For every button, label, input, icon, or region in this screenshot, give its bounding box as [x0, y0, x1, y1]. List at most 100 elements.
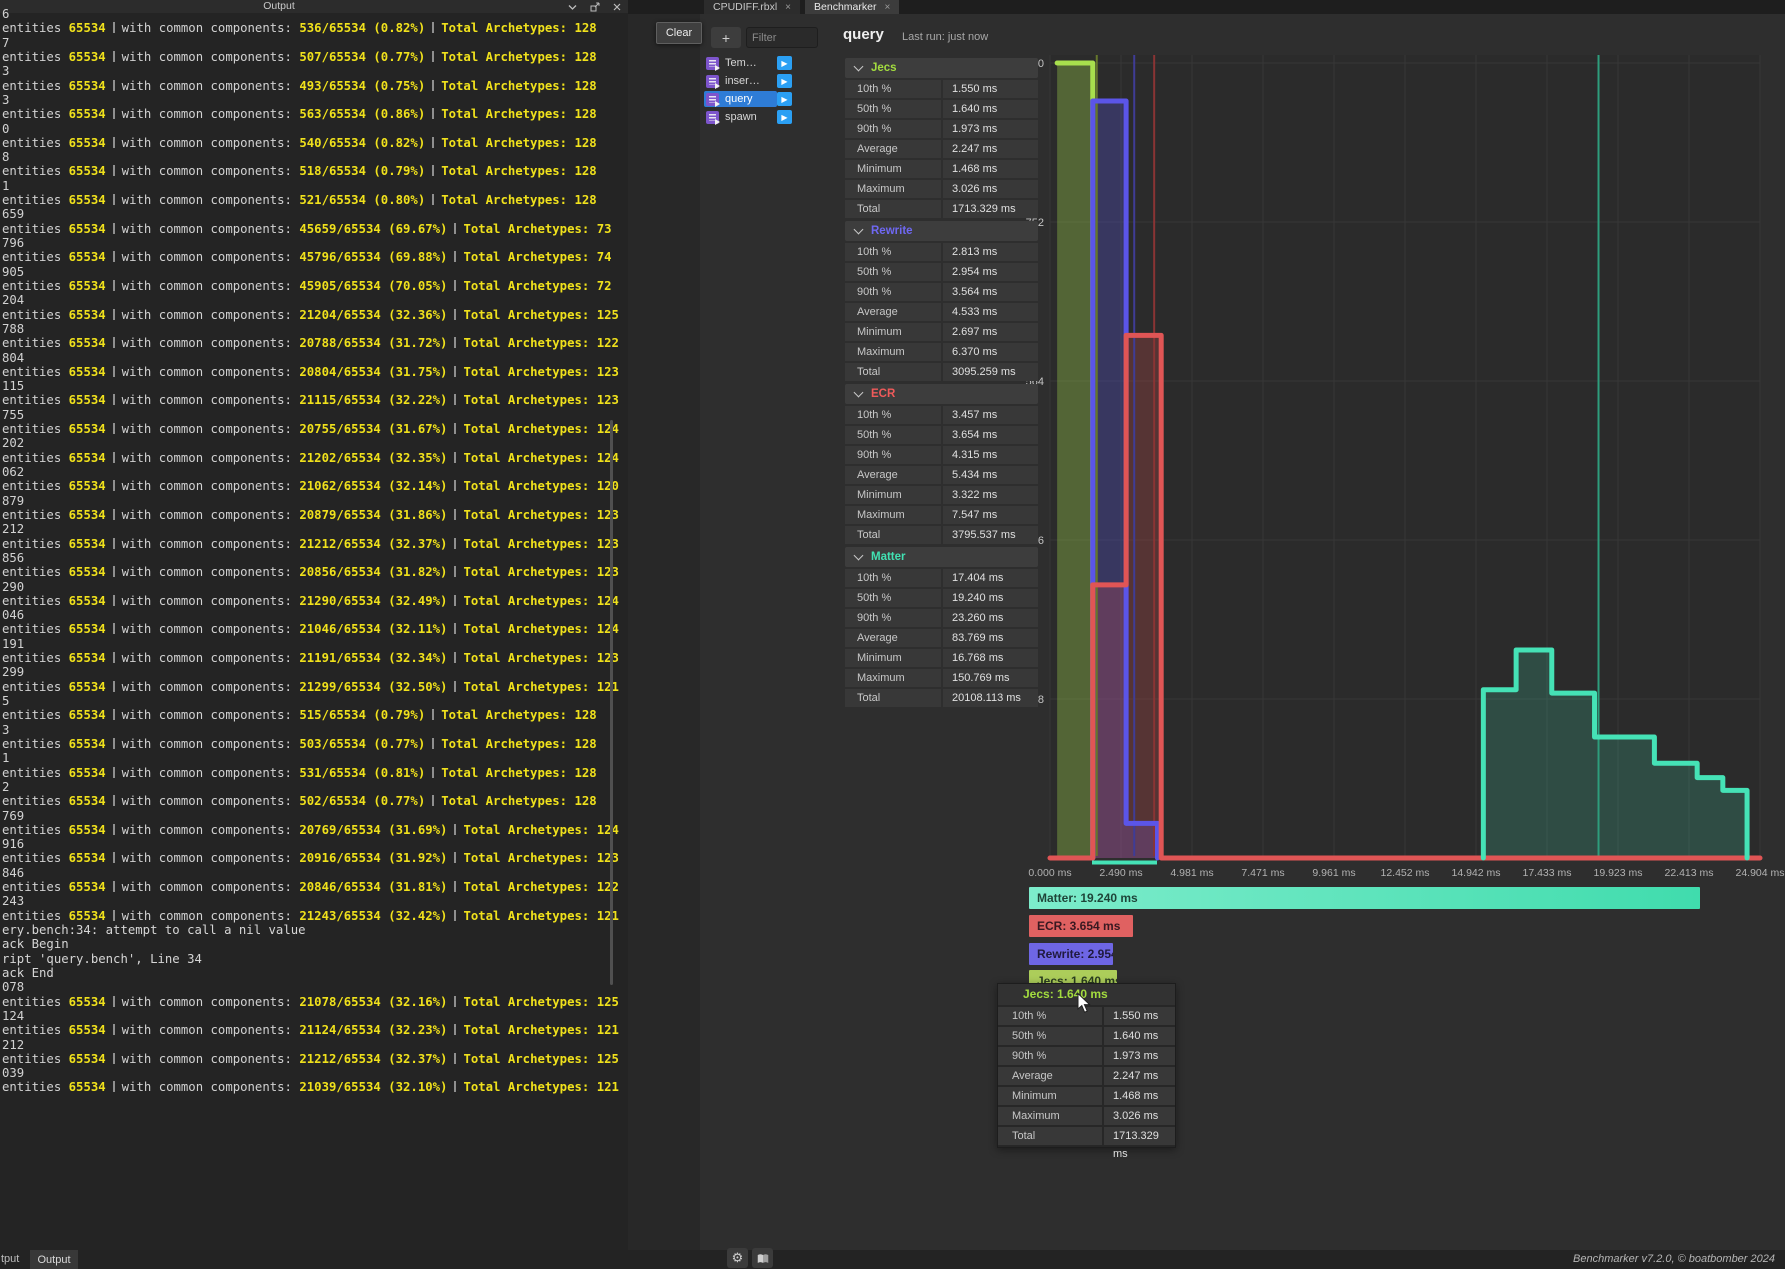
- stats-section-header-jecs[interactable]: Jecs: [845, 58, 1038, 78]
- stats-row: Maximum3.026 ms: [845, 180, 1038, 198]
- script-icon: [706, 111, 719, 124]
- console-wrap-fragment: 846: [2, 866, 626, 880]
- console-wrap-fragment: 769: [2, 809, 626, 823]
- stats-row: Minimum2.697 ms: [845, 323, 1038, 341]
- console-wrap-fragment: 5: [2, 694, 626, 708]
- stat-value: 3.654 ms: [943, 426, 1038, 444]
- add-benchmark-button[interactable]: +: [711, 27, 741, 48]
- console-wrap-fragment: 212: [2, 1038, 626, 1052]
- stat-label: 50th %: [845, 100, 941, 118]
- stat-label: 50th %: [845, 589, 941, 607]
- stats-row: 10th %2.813 ms: [845, 243, 1038, 261]
- legend-bar-matter[interactable]: Matter: 19.240 ms: [1029, 887, 1700, 909]
- stats-section-header-rewrite[interactable]: Rewrite: [845, 221, 1038, 241]
- stat-value: 20108.113 ms: [943, 689, 1038, 707]
- console-log-line: entities 65534with common components: 51…: [2, 708, 626, 722]
- stat-value: 19.240 ms: [943, 589, 1038, 607]
- chevron-down-icon: [854, 62, 864, 72]
- run-benchmark-button[interactable]: ▶: [777, 56, 792, 70]
- stats-row: Total3795.537 ms: [845, 526, 1038, 544]
- panel-gap: [628, 14, 700, 1250]
- stat-value: 2.954 ms: [943, 263, 1038, 281]
- script-icon: [706, 57, 719, 70]
- console-log-line: entities 65534with common components: 50…: [2, 794, 626, 808]
- bottom-bar: tput Output Benchmarker v7.2.0, © boatbo…: [0, 1250, 1785, 1269]
- legend-bar-ecr[interactable]: ECR: 3.654 ms: [1029, 915, 1133, 937]
- stats-row: Maximum6.370 ms: [845, 343, 1038, 361]
- console-log-line: entities 65534with common components: 20…: [2, 336, 626, 350]
- tab-close-icon[interactable]: ×: [884, 2, 890, 13]
- sidebar-item-spawn[interactable]: spawn: [704, 109, 777, 125]
- sidebar-item-query[interactable]: query: [704, 91, 777, 107]
- run-benchmark-button[interactable]: ▶: [777, 110, 792, 124]
- stats-section-header-matter[interactable]: Matter: [845, 547, 1038, 567]
- stats-row: 50th %3.654 ms: [845, 426, 1038, 444]
- stat-value: 3.564 ms: [943, 283, 1038, 301]
- stats-row: Average83.769 ms: [845, 629, 1038, 647]
- console-wrap-fragment: 3: [2, 723, 626, 737]
- stat-value: 1713.329 ms: [1104, 1127, 1175, 1145]
- stat-label: Total: [845, 689, 941, 707]
- stats-row: 50th %19.240 ms: [845, 589, 1038, 607]
- sidebar-item-tem[interactable]: Tem…: [704, 55, 777, 71]
- run-benchmark-button[interactable]: ▶: [777, 74, 792, 88]
- filter-input[interactable]: [746, 27, 818, 48]
- chevron-down-icon: [854, 388, 864, 398]
- docs-button[interactable]: [752, 1248, 773, 1268]
- console-error-line: ript 'query.bench', Line 34: [2, 952, 626, 966]
- console-wrap-fragment: 7: [2, 36, 626, 50]
- tab-cpudiff[interactable]: CPUDIFF.rbxl ×: [704, 0, 800, 14]
- console-log-line: entities 65534with common components: 21…: [2, 393, 626, 407]
- tab-benchmarker[interactable]: Benchmarker ×: [805, 0, 899, 14]
- console-log-line: entities 65534with common components: 45…: [2, 279, 626, 293]
- stats-row: Average5.434 ms: [845, 466, 1038, 484]
- legend-label: Matter: 19.240 ms: [1029, 891, 1138, 905]
- stat-label: Total: [845, 526, 941, 544]
- stat-label: 90th %: [845, 283, 941, 301]
- dock-tab-output[interactable]: Output: [30, 1250, 78, 1269]
- stat-value: 16.768 ms: [943, 649, 1038, 667]
- stats-row: Maximum7.547 ms: [845, 506, 1038, 524]
- sidebar-item-inser[interactable]: inser…: [704, 73, 777, 89]
- stat-label: Total: [845, 363, 941, 381]
- console-wrap-fragment: 202: [2, 436, 626, 450]
- sidebar-item-label: spawn: [725, 111, 757, 123]
- console-log-line: entities 65534with common components: 45…: [2, 222, 626, 236]
- clear-output-button[interactable]: Clear: [656, 22, 702, 44]
- chevron-down-icon: [854, 225, 864, 235]
- stat-label: Maximum: [845, 669, 941, 687]
- console-wrap-fragment: 2: [2, 780, 626, 794]
- cut-dock-tab[interactable]: tput: [1, 1253, 19, 1265]
- console-wrap-fragment: 804: [2, 351, 626, 365]
- stat-value: 5.434 ms: [943, 466, 1038, 484]
- console-wrap-fragment: 062: [2, 465, 626, 479]
- console-wrap-fragment: 212: [2, 522, 626, 536]
- console-wrap-fragment: 0: [2, 122, 626, 136]
- console-wrap-fragment: 916: [2, 837, 626, 851]
- stat-value: 4.533 ms: [943, 303, 1038, 321]
- console-log-line: entities 65534with common components: 53…: [2, 766, 626, 780]
- settings-button[interactable]: ⚙: [727, 1248, 748, 1268]
- console-log-line: entities 65534with common components: 20…: [2, 823, 626, 837]
- console-log-line: entities 65534with common components: 50…: [2, 50, 626, 64]
- tab-close-icon[interactable]: ×: [785, 2, 791, 13]
- stat-label: 90th %: [845, 609, 941, 627]
- console-wrap-fragment: 3: [2, 64, 626, 78]
- benchmarker-panel: [628, 14, 1785, 1250]
- stat-value: 2.697 ms: [943, 323, 1038, 341]
- page-title: query: [843, 26, 884, 43]
- stat-value: 3795.537 ms: [943, 526, 1038, 544]
- console-log-line: entities 65534with common components: 51…: [2, 164, 626, 178]
- console-wrap-fragment: 1: [2, 751, 626, 765]
- stat-label: 90th %: [845, 120, 941, 138]
- stat-value: 2.813 ms: [943, 243, 1038, 261]
- stats-section-name: Rewrite: [871, 225, 913, 237]
- console-log-line: entities 65534with common components: 20…: [2, 508, 626, 522]
- console-wrap-fragment: 191: [2, 637, 626, 651]
- stat-label: 10th %: [845, 569, 941, 587]
- stats-section-header-ecr[interactable]: ECR: [845, 384, 1038, 404]
- run-benchmark-button[interactable]: ▶: [777, 92, 792, 106]
- output-scrollbar[interactable]: [610, 420, 613, 985]
- tab-label: CPUDIFF.rbxl: [713, 1, 777, 13]
- legend-bar-rewrite[interactable]: Rewrite: 2.954…: [1029, 943, 1113, 965]
